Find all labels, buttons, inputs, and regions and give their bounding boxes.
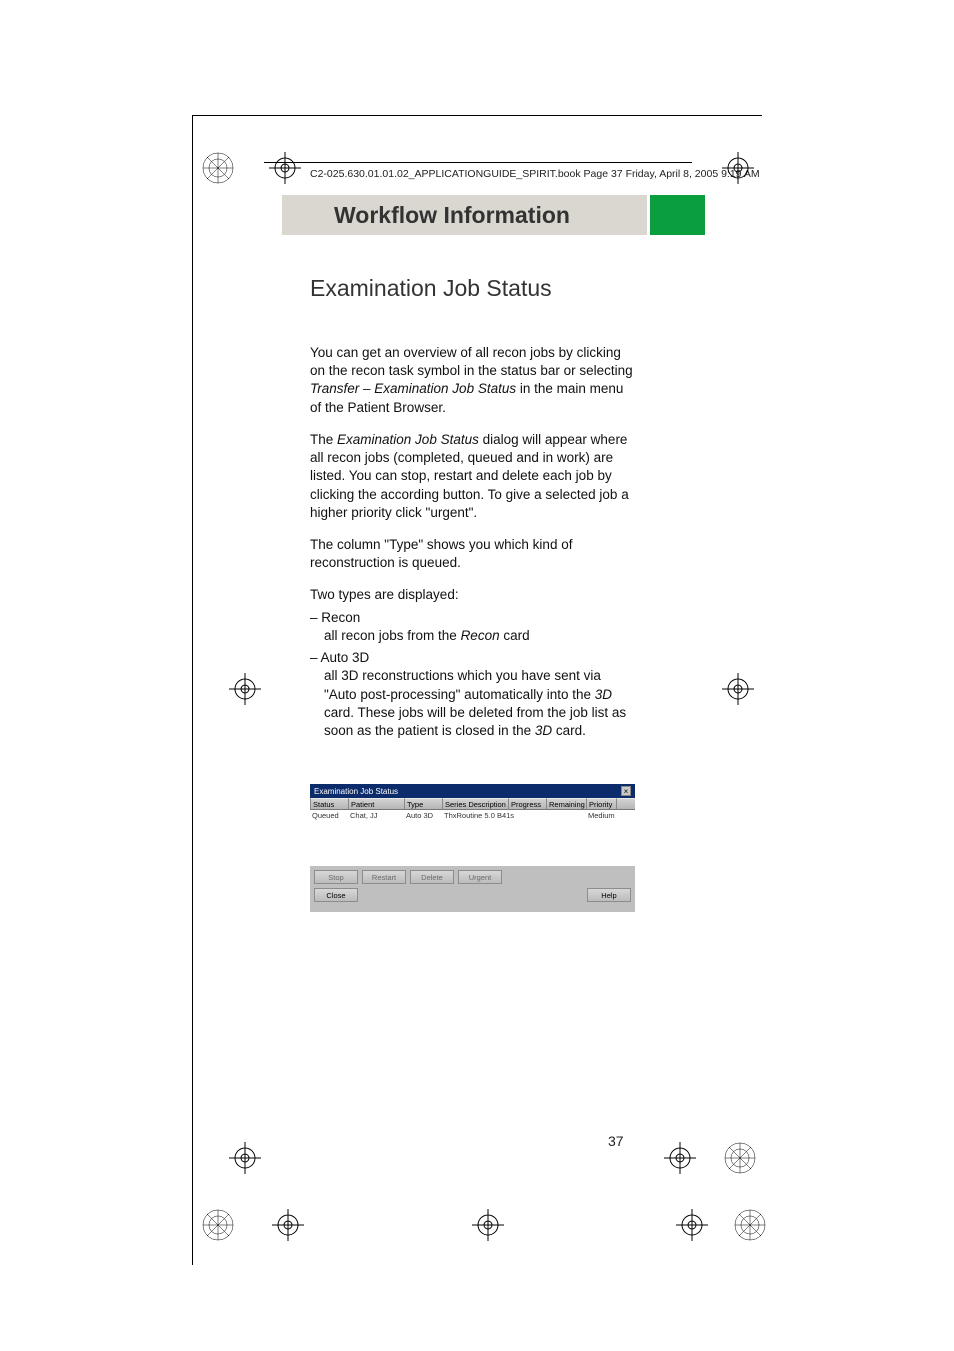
paragraph: The Examination Job Status dialog will a… xyxy=(310,431,636,522)
column-header[interactable]: Priority xyxy=(586,798,616,810)
dialog-titlebar: Examination Job Status × xyxy=(310,784,635,798)
column-header[interactable]: Patient xyxy=(348,798,404,810)
close-button[interactable]: Close xyxy=(314,888,358,902)
body-content: Examination Job Status You can get an ov… xyxy=(310,275,636,744)
list-subtext: all recon jobs from the Recon card xyxy=(310,627,636,645)
text: all 3D reconstructions which you have se… xyxy=(324,668,601,701)
cell xyxy=(508,810,546,866)
close-icon[interactable]: × xyxy=(621,786,631,796)
table-row[interactable]: QueuedChat, JJAuto 3DThxRoutine 5.0 B41s… xyxy=(310,810,635,866)
text-italic: 3D xyxy=(535,723,552,738)
text-italic: 3D xyxy=(595,687,612,702)
page-number: 37 xyxy=(608,1133,624,1149)
chapter-color-tab xyxy=(650,195,705,235)
divider xyxy=(264,162,692,163)
column-header[interactable]: Progress xyxy=(508,798,546,810)
crop-line xyxy=(192,115,193,1265)
text-italic: Transfer – Examination Job Status xyxy=(310,381,516,396)
crop-line xyxy=(192,115,762,116)
delete-button[interactable]: Delete xyxy=(410,870,454,884)
column-header-spacer xyxy=(616,798,635,810)
cell xyxy=(546,810,586,866)
column-header[interactable]: Remaining T... xyxy=(546,798,586,810)
section-band: Workflow Information xyxy=(282,195,647,235)
dialog-title: Examination Job Status xyxy=(314,787,398,796)
text: You can get an overview of all recon job… xyxy=(310,345,633,378)
dialog-screenshot: Examination Job Status × StatusPatientTy… xyxy=(310,784,635,912)
text: card xyxy=(500,628,530,643)
column-header[interactable]: Status xyxy=(310,798,348,810)
restart-button[interactable]: Restart xyxy=(362,870,406,884)
text: card. xyxy=(552,723,586,738)
paragraph: The column "Type" shows you which kind o… xyxy=(310,536,636,572)
button-row: Close Help xyxy=(310,886,635,906)
stop-button[interactable]: Stop xyxy=(314,870,358,884)
cell: ThxRoutine 5.0 B41s xyxy=(442,810,508,866)
text: all recon jobs from the xyxy=(324,628,461,643)
column-header[interactable]: Series Description xyxy=(442,798,508,810)
cell: Medium xyxy=(586,810,616,866)
text-italic: Recon xyxy=(461,628,500,643)
text: The xyxy=(310,432,337,447)
cell: Auto 3D xyxy=(404,810,442,866)
urgent-button[interactable]: Urgent xyxy=(458,870,502,884)
section-title: Workflow Information xyxy=(334,202,570,229)
table-header: StatusPatientTypeSeries DescriptionProgr… xyxy=(310,798,635,810)
cell: Chat, JJ xyxy=(348,810,404,866)
paragraph: You can get an overview of all recon job… xyxy=(310,344,636,417)
column-header[interactable]: Type xyxy=(404,798,442,810)
text-italic: Examination Job Status xyxy=(337,432,479,447)
list-subtext: all 3D reconstructions which you have se… xyxy=(310,667,636,740)
cell: Queued xyxy=(310,810,348,866)
paragraph: Two types are displayed: xyxy=(310,586,636,604)
button-row: Stop Restart Delete Urgent xyxy=(310,866,635,886)
help-button[interactable]: Help xyxy=(587,888,631,902)
list-item: – Auto 3D xyxy=(310,649,636,667)
page-heading: Examination Job Status xyxy=(310,275,636,302)
running-header: C2-025.630.01.01.02_APPLICATIONGUIDE_SPI… xyxy=(310,168,760,180)
list-item: – Recon xyxy=(310,609,636,627)
